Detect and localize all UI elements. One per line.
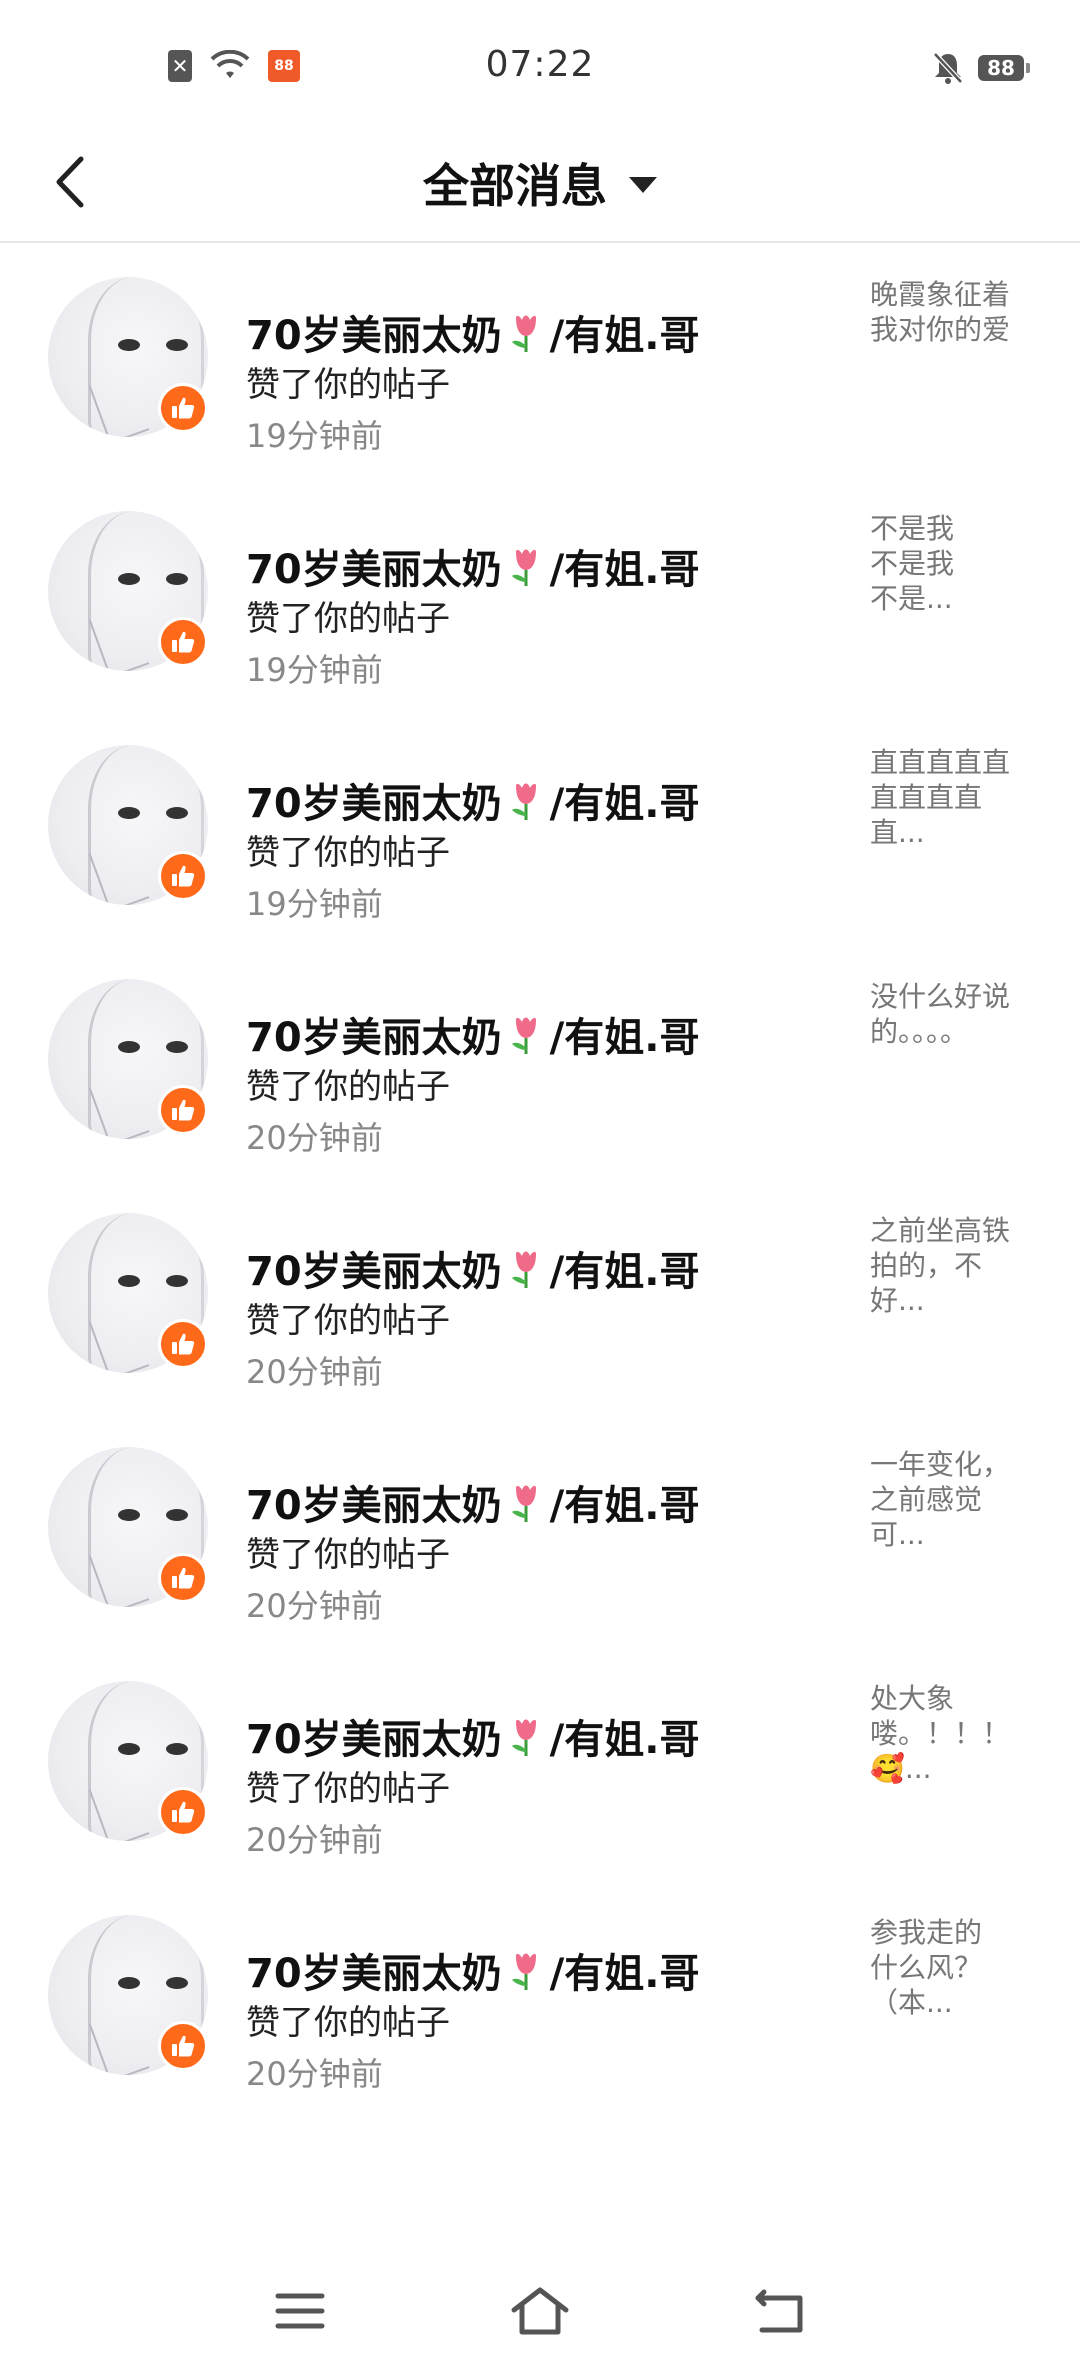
back-button[interactable] (40, 147, 100, 217)
sender-name-prefix: 70岁美丽太奶 (246, 1483, 502, 1529)
message-action: 赞了你的帖子 (246, 365, 450, 405)
tulip-icon (506, 1012, 546, 1056)
post-preview[interactable]: 参我走的 什么风？ （本... (870, 1915, 1030, 2020)
sender-name[interactable]: 70岁美丽太奶/有姐.哥 (246, 537, 699, 595)
status-time: 07:22 (485, 44, 595, 85)
status-right-icons: 88 (932, 48, 1030, 88)
message-time: 20分钟前 (246, 1587, 383, 1625)
message-action: 赞了你的帖子 (246, 1067, 450, 1107)
sender-name[interactable]: 70岁美丽太奶/有姐.哥 (246, 1005, 699, 1063)
message-item[interactable]: 70岁美丽太奶/有姐.哥 赞了你的帖子 20分钟前 处大象 喽。！！！ 🥰... (0, 1681, 1080, 1915)
status-bar: ✕ 88 07:22 88 (0, 0, 1080, 125)
message-item[interactable]: 70岁美丽太奶/有姐.哥 赞了你的帖子 20分钟前 没什么好说 的。。。。 (0, 979, 1080, 1213)
sender-name[interactable]: 70岁美丽太奶/有姐.哥 (246, 1707, 699, 1765)
sender-name-suffix: /有姐.哥 (549, 1249, 700, 1295)
message-action: 赞了你的帖子 (246, 833, 450, 873)
home-icon (511, 2287, 569, 2335)
sender-name-prefix: 70岁美丽太奶 (246, 781, 502, 827)
tulip-icon (506, 1480, 546, 1524)
thumbs-up-icon (158, 1085, 208, 1135)
page-title[interactable]: 全部消息 (423, 150, 607, 216)
post-preview[interactable]: 之前坐高铁 拍的，不 好... (870, 1213, 1030, 1318)
chevron-left-icon (56, 156, 84, 208)
message-action: 赞了你的帖子 (246, 1535, 450, 1575)
message-time: 20分钟前 (246, 1353, 383, 1391)
tulip-icon (506, 1246, 546, 1290)
post-preview[interactable]: 直直直直直 直直直直 直... (870, 745, 1030, 850)
post-preview[interactable]: 晚霞象征着 我对你的爱 (870, 277, 1030, 347)
header: 全部消息 (0, 125, 1080, 243)
system-nav-bar (0, 2241, 1080, 2376)
message-time: 20分钟前 (246, 2055, 383, 2093)
thumbs-up-icon (158, 1553, 208, 1603)
tulip-icon (506, 778, 546, 822)
back-nav-button[interactable] (730, 2261, 830, 2361)
message-action: 赞了你的帖子 (246, 2003, 450, 2043)
caret-down-icon[interactable] (629, 177, 657, 193)
message-action: 赞了你的帖子 (246, 1301, 450, 1341)
message-item[interactable]: 70岁美丽太奶/有姐.哥 赞了你的帖子 20分钟前 之前坐高铁 拍的，不 好... (0, 1213, 1080, 1447)
sender-name[interactable]: 70岁美丽太奶/有姐.哥 (246, 303, 699, 361)
sender-name-suffix: /有姐.哥 (549, 547, 700, 593)
thumbs-up-icon (158, 1787, 208, 1837)
sender-name-suffix: /有姐.哥 (549, 781, 700, 827)
tulip-icon (506, 1948, 546, 1992)
sender-name-suffix: /有姐.哥 (549, 1717, 700, 1763)
message-time: 20分钟前 (246, 1821, 383, 1859)
sender-name[interactable]: 70岁美丽太奶/有姐.哥 (246, 1941, 699, 1999)
post-preview[interactable]: 处大象 喽。！！！ 🥰... (870, 1681, 1030, 1786)
menu-button[interactable] (250, 2261, 350, 2361)
post-preview[interactable]: 不是我 不是我 不是... (870, 511, 1030, 616)
sender-name-suffix: /有姐.哥 (549, 1951, 700, 1997)
message-time: 19分钟前 (246, 417, 383, 455)
sender-name-suffix: /有姐.哥 (549, 1015, 700, 1061)
back-icon (755, 2289, 803, 2333)
menu-icon (275, 2293, 325, 2329)
tulip-icon (506, 310, 546, 354)
message-item[interactable]: 70岁美丽太奶/有姐.哥 赞了你的帖子 20分钟前 一年变化， 之前感觉 可... (0, 1447, 1080, 1681)
message-time: 19分钟前 (246, 885, 383, 923)
message-item[interactable]: 70岁美丽太奶/有姐.哥 赞了你的帖子 19分钟前 晚霞象征着 我对你的爱 (0, 277, 1080, 511)
post-preview[interactable]: 没什么好说 的。。。。 (870, 979, 1030, 1049)
message-item[interactable]: 70岁美丽太奶/有姐.哥赞了你的帖子19分钟前死！！！！. .. (0, 243, 1080, 277)
thumbs-up-icon (158, 383, 208, 433)
bell-muted-icon (933, 52, 963, 84)
post-preview[interactable]: 一年变化， 之前感觉 可... (870, 1447, 1030, 1552)
message-item[interactable]: 70岁美丽太奶/有姐.哥 赞了你的帖子 19分钟前 直直直直直 直直直直 直... (0, 745, 1080, 979)
header-title-group: 全部消息 (0, 125, 1080, 241)
battery-icon: 88 (978, 55, 1030, 81)
sender-name[interactable]: 70岁美丽太奶/有姐.哥 (246, 771, 699, 829)
sender-name[interactable]: 70岁美丽太奶/有姐.哥 (246, 1239, 699, 1297)
sender-name[interactable]: 70岁美丽太奶/有姐.哥 (246, 1473, 699, 1531)
tulip-icon (506, 1714, 546, 1758)
message-list[interactable]: 70岁美丽太奶/有姐.哥赞了你的帖子19分钟前死！！！！. ..70岁美丽太奶/… (0, 243, 1080, 2241)
sender-name-prefix: 70岁美丽太奶 (246, 1249, 502, 1295)
sender-name-prefix: 70岁美丽太奶 (246, 1717, 502, 1763)
message-action: 赞了你的帖子 (246, 1769, 450, 1809)
message-item[interactable]: 70岁美丽太奶/有姐.哥 赞了你的帖子 20分钟前 参我走的 什么风？ （本... (0, 1915, 1080, 2149)
thumbs-up-icon (158, 617, 208, 667)
message-time: 20分钟前 (246, 1119, 383, 1157)
message-item[interactable]: 70岁美丽太奶/有姐.哥 赞了你的帖子 19分钟前 不是我 不是我 不是... (0, 511, 1080, 745)
sender-name-prefix: 70岁美丽太奶 (246, 313, 502, 359)
tulip-icon (506, 544, 546, 588)
sender-name-prefix: 70岁美丽太奶 (246, 1015, 502, 1061)
thumbs-up-icon (158, 851, 208, 901)
sender-name-suffix: /有姐.哥 (549, 1483, 700, 1529)
message-action: 赞了你的帖子 (246, 599, 450, 639)
message-time: 19分钟前 (246, 651, 383, 689)
home-button[interactable] (490, 2261, 590, 2361)
sender-name-prefix: 70岁美丽太奶 (246, 547, 502, 593)
thumbs-up-icon (158, 2021, 208, 2071)
sender-name-prefix: 70岁美丽太奶 (246, 1951, 502, 1997)
thumbs-up-icon (158, 1319, 208, 1369)
sender-name-suffix: /有姐.哥 (549, 313, 700, 359)
